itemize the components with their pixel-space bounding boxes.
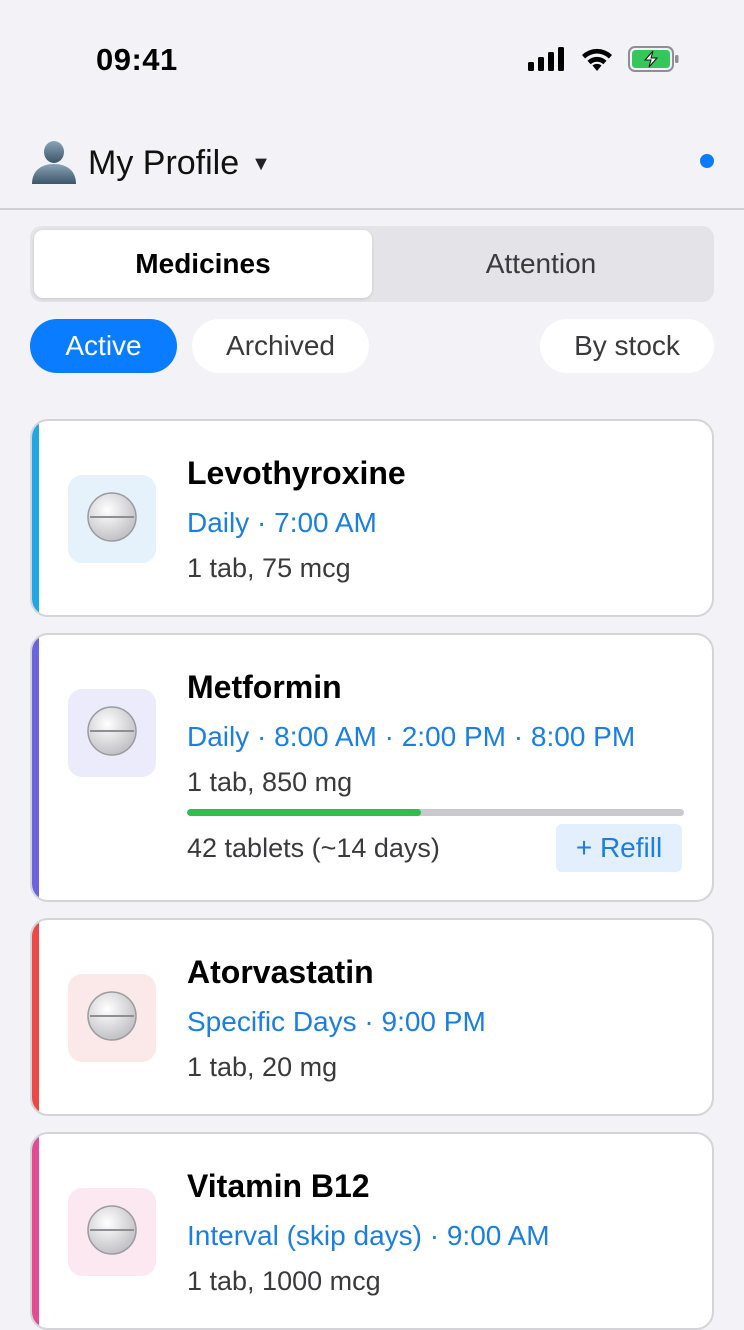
filter-active-chip[interactable]: Active: [30, 319, 177, 373]
pill-icon: [85, 1203, 139, 1262]
medicine-dose: 1 tab, 20 mg: [187, 1052, 338, 1082]
pill-icon-container: [68, 1188, 156, 1276]
battery-charging-icon: [628, 46, 680, 77]
card-accent-bar: [32, 635, 39, 900]
notification-dot[interactable]: [700, 154, 714, 168]
medicine-dose: 1 tab, 1000 mcg: [187, 1266, 381, 1296]
pill-icon: [85, 989, 139, 1048]
medicine-card-levothyroxine[interactable]: Levothyroxine Daily · 7:00 AM 1 tab, 75 …: [30, 419, 714, 617]
medicine-dose: 1 tab, 850 mg: [187, 767, 353, 797]
medicine-name: Vitamin B12: [187, 1168, 370, 1204]
status-bar: 09:41: [0, 0, 744, 110]
pill-icon-container: [68, 689, 156, 777]
pill-icon-container: [68, 475, 156, 563]
stock-remaining-text: 42 tablets (~14 days): [187, 833, 440, 863]
card-accent-bar: [32, 920, 39, 1114]
header: My Profile ▼: [0, 126, 744, 210]
stock-progress-fill: [187, 809, 421, 816]
pill-icon: [85, 704, 139, 763]
person-icon: [30, 138, 78, 189]
tab-medicines[interactable]: Medicines: [34, 230, 372, 298]
filter-archived-chip[interactable]: Archived: [192, 319, 369, 373]
medicine-dose: 1 tab, 75 mcg: [187, 553, 351, 583]
profile-title: My Profile: [88, 144, 240, 182]
stock-progress-bar: [187, 809, 684, 816]
status-time: 09:41: [96, 42, 178, 77]
pill-icon-container: [68, 974, 156, 1062]
medicine-schedule: Daily · 8:00 AM · 2:00 PM · 8:00 PM: [187, 721, 636, 752]
medicine-card-vitamin-b12[interactable]: Vitamin B12 Interval (skip days) · 9:00 …: [30, 1132, 714, 1330]
segmented-control: Medicines Attention: [30, 226, 714, 302]
tab-attention[interactable]: Attention: [372, 230, 710, 298]
signal-icon: [528, 47, 566, 76]
medicine-name: Levothyroxine: [187, 455, 406, 491]
medicine-card-atorvastatin[interactable]: Atorvastatin Specific Days · 9:00 PM 1 t…: [30, 918, 714, 1116]
wifi-icon: [580, 46, 614, 77]
status-icons: [528, 46, 680, 77]
medicine-card-metformin[interactable]: Metformin Daily · 8:00 AM · 2:00 PM · 8:…: [30, 633, 714, 902]
card-accent-bar: [32, 421, 39, 615]
sort-by-stock-button[interactable]: By stock: [540, 319, 714, 373]
medicine-schedule: Daily · 7:00 AM: [187, 507, 377, 538]
medicine-name: Atorvastatin: [187, 954, 374, 990]
medicine-name: Metformin: [187, 669, 342, 705]
medicine-schedule: Specific Days · 9:00 PM: [187, 1006, 486, 1037]
profile-switcher-button[interactable]: My Profile ▼: [30, 138, 271, 189]
filter-bar: Active Archived By stock: [30, 319, 714, 375]
medicine-schedule: Interval (skip days) · 9:00 AM: [187, 1220, 550, 1251]
chevron-down-icon: ▼: [251, 153, 271, 175]
card-accent-bar: [32, 1134, 39, 1328]
refill-button[interactable]: + Refill: [556, 824, 682, 872]
pill-icon: [85, 490, 139, 549]
